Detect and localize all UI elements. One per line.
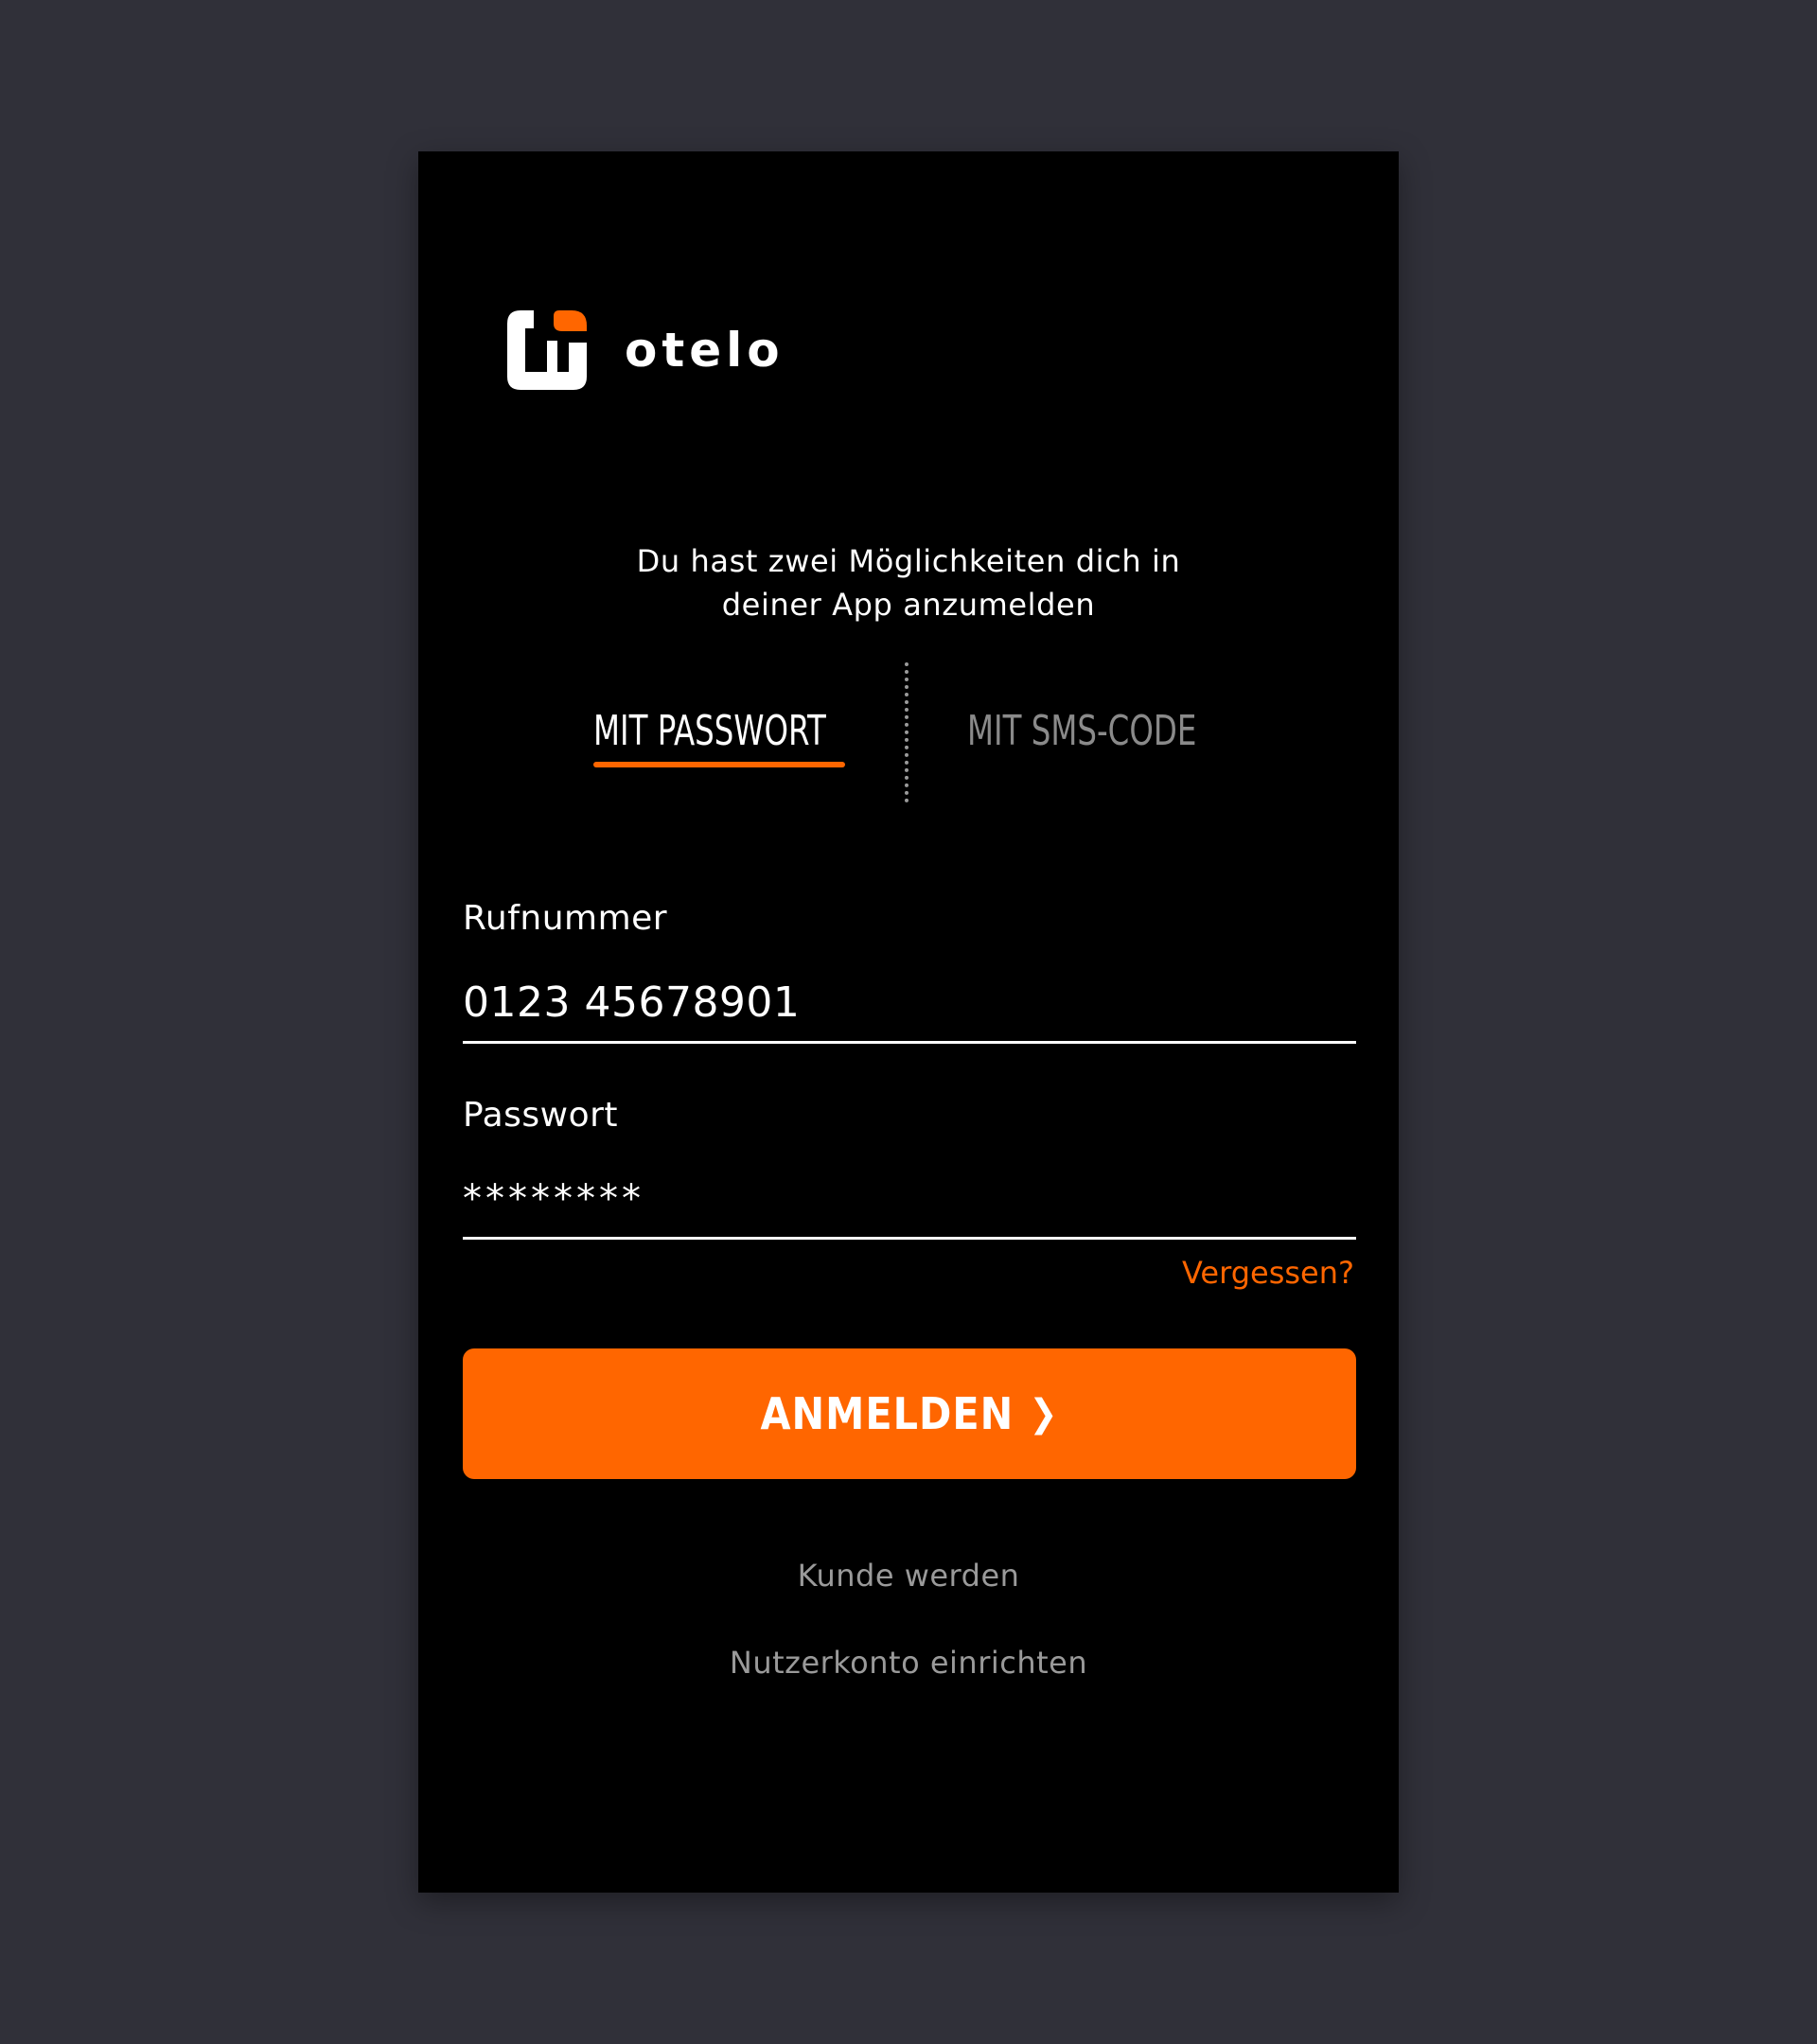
- tab-sms-code-label: MIT SMS-CODE: [967, 707, 1197, 755]
- password-label: Passwort: [463, 1096, 619, 1135]
- brand-wordmark: otelo: [625, 323, 785, 378]
- forgot-password-link[interactable]: Vergessen?: [1182, 1255, 1354, 1291]
- login-button-label: ANMELDEN: [760, 1388, 1014, 1439]
- otelo-logo-icon: [507, 310, 587, 390]
- become-customer-link[interactable]: Kunde werden: [418, 1558, 1399, 1594]
- phone-label: Rufnummer: [463, 899, 668, 938]
- tab-divider: [905, 662, 908, 802]
- chevron-right-icon: ❯: [1029, 1392, 1059, 1436]
- brand-logo: otelo: [505, 308, 785, 392]
- tab-password-label: MIT PASSWORT: [593, 707, 826, 755]
- intro-line-2: deiner App anzumelden: [721, 587, 1096, 623]
- login-method-tabs: MIT PASSWORT MIT SMS-CODE: [418, 662, 1399, 804]
- login-screen: otelo Du hast zwei Möglichkeiten dich in…: [418, 151, 1399, 1893]
- login-button[interactable]: ANMELDEN ❯: [463, 1348, 1356, 1479]
- intro-text: Du hast zwei Möglichkeiten dich in deine…: [418, 539, 1399, 626]
- active-tab-indicator: [593, 762, 845, 767]
- tab-sms-code[interactable]: MIT SMS-CODE: [967, 662, 1242, 804]
- create-account-link[interactable]: Nutzerkonto einrichten: [418, 1645, 1399, 1681]
- password-input[interactable]: ********: [463, 1161, 1356, 1240]
- phone-input[interactable]: 0123 45678901: [463, 965, 1356, 1044]
- tab-password[interactable]: MIT PASSWORT: [593, 662, 847, 804]
- intro-line-1: Du hast zwei Möglichkeiten dich in: [636, 543, 1181, 579]
